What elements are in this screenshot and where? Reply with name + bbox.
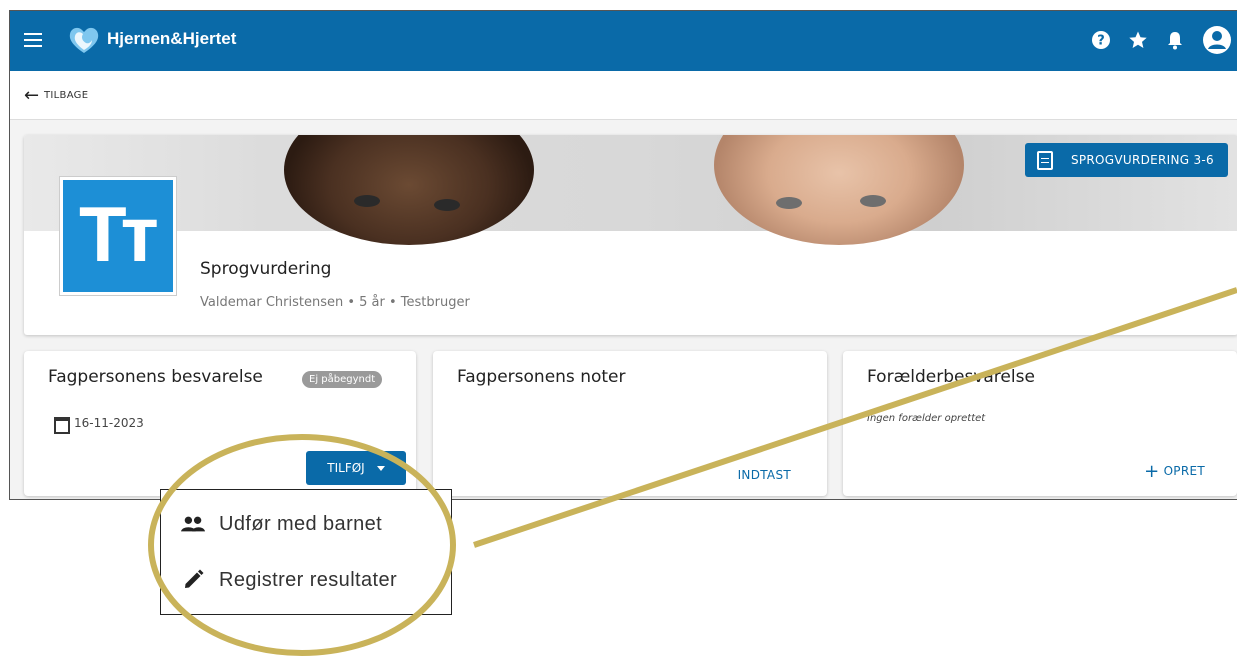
card-title: Fagpersonens besvarelse: [48, 367, 263, 387]
menu-item-label: Udfør med barnet: [219, 512, 383, 535]
brand-name[interactable]: Hjernen&Hjertet: [107, 29, 236, 49]
assessment-type-badge[interactable]: SPROGVURDERING 3-6: [1024, 143, 1228, 177]
page-title: Sprogvurdering: [200, 259, 332, 279]
professional-notes-card: Fagpersonens noter INDTAST: [433, 351, 827, 496]
arrow-left-icon[interactable]: ←: [24, 85, 39, 106]
chevron-down-icon: [376, 465, 385, 471]
bell-icon[interactable]: [1164, 29, 1186, 51]
pencil-icon: [181, 568, 205, 592]
plus-icon: +: [1144, 461, 1160, 482]
create-parent-button[interactable]: + OPRET: [1144, 461, 1205, 482]
people-icon: [181, 512, 205, 536]
back-row: ← TILBAGE: [10, 71, 1237, 120]
parent-response-card: Forælderbesvarelse Ingen forælder oprett…: [843, 351, 1237, 496]
child-info: Valdemar Christensen • 5 år • Testbruger: [200, 295, 470, 310]
add-button[interactable]: TILFØJ: [306, 451, 406, 485]
heart-logo-icon[interactable]: [68, 25, 100, 55]
assessment-type-label: SPROGVURDERING 3-6: [1070, 153, 1214, 167]
help-icon[interactable]: ?: [1090, 29, 1112, 51]
assessment-header-card: SPROGVURDERING 3-6 Tт Sprogvurdering Val…: [24, 135, 1237, 335]
no-parent-note: Ingen forælder oprettet: [867, 413, 986, 424]
status-badge: Ej påbegyndt: [302, 371, 383, 388]
tt-logo: Tт: [60, 177, 176, 295]
child-face-photo: [714, 135, 964, 245]
card-title: Forælderbesvarelse: [867, 367, 1035, 387]
child-face-photo: [284, 135, 534, 245]
menu-item-register-results[interactable]: Registrer resultater: [181, 563, 397, 597]
account-icon[interactable]: [1202, 25, 1232, 55]
svg-text:?: ?: [1097, 34, 1105, 49]
document-icon: [1036, 150, 1053, 170]
enter-notes-button[interactable]: INDTAST: [738, 468, 791, 482]
star-icon[interactable]: [1127, 29, 1149, 51]
back-link[interactable]: TILBAGE: [44, 90, 88, 101]
professional-response-card: Fagpersonens besvarelse Ej påbegyndt 16-…: [24, 351, 416, 496]
banner-photo: SPROGVURDERING 3-6: [24, 135, 1237, 245]
top-app-bar: Hjernen&Hjertet ?: [10, 11, 1237, 71]
add-button-label: TILFØJ: [327, 461, 365, 475]
menu-item-perform-with-child[interactable]: Udfør med barnet: [181, 507, 382, 541]
menu-icon[interactable]: [24, 33, 42, 47]
app-window: Hjernen&Hjertet ? ← TILBAGE SPROGVURDERI…: [9, 10, 1237, 500]
add-dropdown-menu: Udfør med barnet Registrer resultater: [160, 489, 452, 615]
card-title: Fagpersonens noter: [457, 367, 626, 387]
date-text: 16-11-2023: [74, 416, 144, 430]
menu-item-label: Registrer resultater: [219, 568, 398, 591]
calendar-icon: [54, 417, 70, 434]
